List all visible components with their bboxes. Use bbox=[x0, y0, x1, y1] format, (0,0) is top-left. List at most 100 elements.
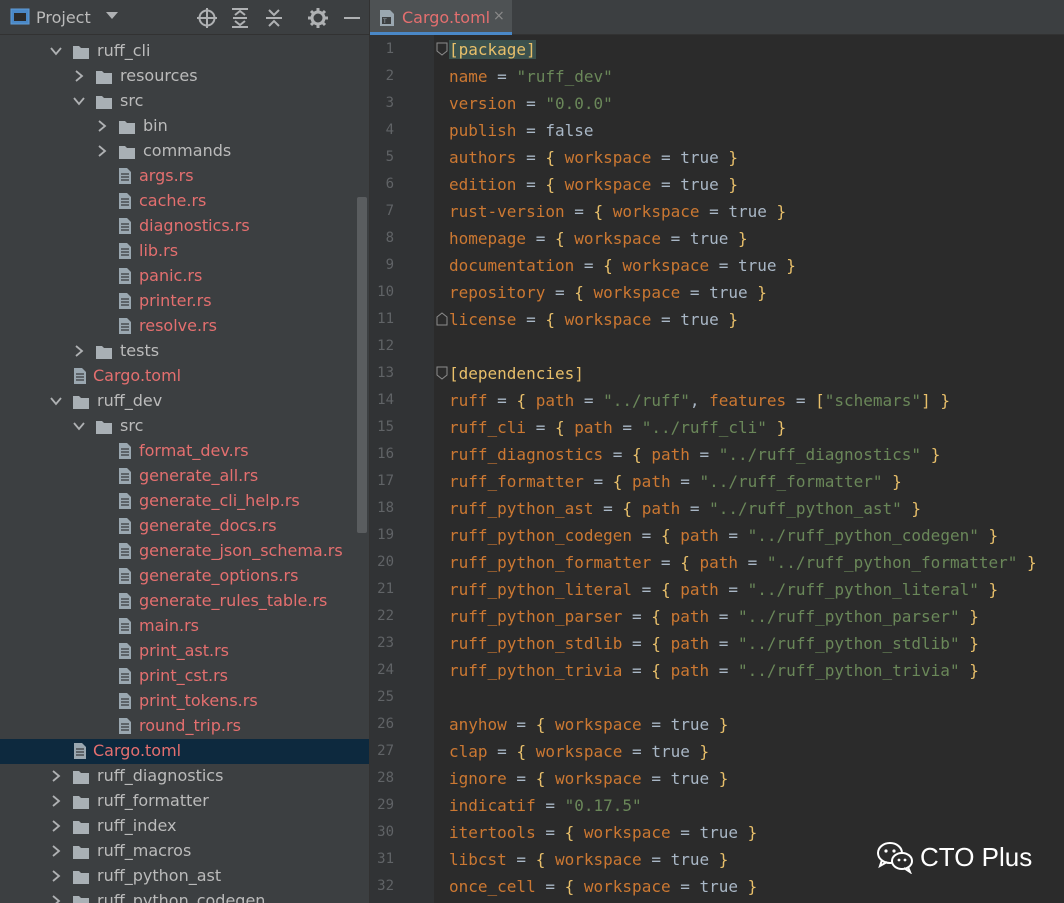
fold-open-icon[interactable] bbox=[436, 42, 448, 56]
line-number: 28 bbox=[377, 770, 394, 786]
line-number: 16 bbox=[377, 446, 394, 462]
tree-item-label: print_cst.rs bbox=[139, 666, 228, 685]
code-token: { bbox=[535, 850, 546, 869]
code-token: = bbox=[603, 445, 633, 464]
folder-icon bbox=[73, 46, 89, 59]
code-token: } bbox=[728, 175, 739, 194]
code-token: path bbox=[574, 418, 613, 437]
line-number: 25 bbox=[377, 689, 394, 705]
chevron-right-icon[interactable] bbox=[96, 145, 108, 157]
code-token: path bbox=[670, 634, 710, 653]
tree-item-cache-rs[interactable]: cache.rs bbox=[0, 189, 369, 214]
tree-item-print-ast-rs[interactable]: print_ast.rs bbox=[0, 639, 369, 664]
tree-item-args-rs[interactable]: args.rs bbox=[0, 164, 369, 189]
tree-item-resolve-rs[interactable]: resolve.rs bbox=[0, 314, 369, 339]
tree-item-ruff-index[interactable]: ruff_index bbox=[0, 814, 369, 839]
chevron-right-icon[interactable] bbox=[50, 770, 62, 782]
code-editor[interactable]: [package] name = "ruff_dev" version = "0.0… bbox=[434, 35, 1064, 903]
chevron-right-icon[interactable] bbox=[50, 845, 62, 857]
tree-item-print-tokens-rs[interactable]: print_tokens.rs bbox=[0, 689, 369, 714]
code-text: itertools = { workspace = true } bbox=[449, 819, 757, 846]
code-token: workspace bbox=[564, 310, 652, 329]
tree-item-lib-rs[interactable]: lib.rs bbox=[0, 239, 369, 264]
tree-item-generate-all-rs[interactable]: generate_all.rs bbox=[0, 464, 369, 489]
folder-icon bbox=[96, 421, 112, 434]
tree-item-commands[interactable]: commands bbox=[0, 139, 369, 164]
line-number: 32 bbox=[377, 878, 394, 894]
project-view-icon[interactable] bbox=[10, 8, 30, 26]
chevron-right-icon[interactable] bbox=[73, 345, 85, 357]
tree-item-ruff-cli[interactable]: ruff_cli bbox=[0, 39, 369, 64]
tree-item-ruff-python-ast[interactable]: ruff_python_ast bbox=[0, 864, 369, 889]
code-token: ruff_cli bbox=[449, 418, 527, 437]
chevron-down-icon[interactable] bbox=[50, 395, 62, 407]
tree-item-generate-cli-help-rs[interactable]: generate_cli_help.rs bbox=[0, 489, 369, 514]
tree-item-src[interactable]: src bbox=[0, 414, 369, 439]
code-text: indicatif = "0.17.5" bbox=[449, 792, 642, 819]
tree-item-ruff-formatter[interactable]: ruff_formatter bbox=[0, 789, 369, 814]
tree-item-round-trip-rs[interactable]: round_trip.rs bbox=[0, 714, 369, 739]
tree-item-label: src bbox=[120, 91, 144, 110]
tree-item-diagnostics-rs[interactable]: diagnostics.rs bbox=[0, 214, 369, 239]
tree-item-label: tests bbox=[120, 341, 160, 360]
tree-item-print-cst-rs[interactable]: print_cst.rs bbox=[0, 664, 369, 689]
code-token: = bbox=[738, 553, 767, 572]
collapse-all-icon[interactable] bbox=[263, 7, 285, 29]
tree-item-src[interactable]: src bbox=[0, 89, 369, 114]
tree-item-tests[interactable]: tests bbox=[0, 339, 369, 364]
tree-item-ruff-macros[interactable]: ruff_macros bbox=[0, 839, 369, 864]
code-token: } bbox=[786, 256, 796, 275]
tree-item-cargo-toml[interactable]: Cargo.toml bbox=[0, 364, 369, 389]
tree-item-generate-docs-rs[interactable]: generate_docs.rs bbox=[0, 514, 369, 539]
chevron-right-icon[interactable] bbox=[50, 820, 62, 832]
tree-item-generate-rules-table-rs[interactable]: generate_rules_table.rs bbox=[0, 589, 369, 614]
chevron-down-icon[interactable] bbox=[50, 45, 62, 57]
code-text: ruff_python_formatter = { path = "../ruf… bbox=[449, 549, 1037, 576]
code-text: rust-version = { workspace = true } bbox=[449, 198, 786, 225]
code-token: itertools bbox=[449, 823, 536, 842]
tree-item-panic-rs[interactable]: panic.rs bbox=[0, 264, 369, 289]
chevron-right-icon[interactable] bbox=[50, 870, 62, 882]
code-text: ruff_python_trivia = { path = "../ruff_p… bbox=[449, 657, 979, 684]
tree-item-ruff-dev[interactable]: ruff_dev bbox=[0, 389, 369, 414]
expand-all-icon[interactable] bbox=[229, 7, 251, 29]
tree-item-generate-json-schema-rs[interactable]: generate_json_schema.rs bbox=[0, 539, 369, 564]
close-tab-icon[interactable]: × bbox=[493, 8, 505, 24]
chevron-down-icon[interactable] bbox=[73, 95, 85, 107]
chevron-right-icon[interactable] bbox=[73, 70, 85, 82]
code-token: { bbox=[660, 580, 671, 599]
tree-item-resources[interactable]: resources bbox=[0, 64, 369, 89]
tree-item-ruff-diagnostics[interactable]: ruff_diagnostics bbox=[0, 764, 369, 789]
tree-item-generate-options-rs[interactable]: generate_options.rs bbox=[0, 564, 369, 589]
panel-title[interactable]: Project bbox=[36, 8, 91, 27]
chevron-right-icon[interactable] bbox=[96, 120, 108, 132]
code-token: = true bbox=[641, 715, 719, 734]
code-token: } bbox=[718, 715, 729, 734]
tree-item-ruff-python-codegen[interactable]: ruff_python_codegen bbox=[0, 889, 369, 903]
tree-item-format-dev-rs[interactable]: format_dev.rs bbox=[0, 439, 369, 464]
tree-item-main-rs[interactable]: main.rs bbox=[0, 614, 369, 639]
locate-icon[interactable] bbox=[196, 7, 218, 29]
fold-open-icon[interactable] bbox=[436, 366, 448, 380]
tree-item-printer-rs[interactable]: printer.rs bbox=[0, 289, 369, 314]
tree-item-cargo-toml[interactable]: Cargo.toml bbox=[0, 739, 369, 764]
chevron-right-icon[interactable] bbox=[50, 795, 62, 807]
tree-item-bin[interactable]: bin bbox=[0, 114, 369, 139]
code-text: publish = false bbox=[449, 117, 594, 144]
gear-icon[interactable] bbox=[307, 7, 329, 29]
code-token: = bbox=[622, 607, 652, 626]
chevron-right-icon[interactable] bbox=[50, 895, 62, 903]
tree-item-label: ruff_diagnostics bbox=[97, 766, 224, 785]
chevron-down-icon[interactable] bbox=[73, 420, 85, 432]
folder-icon bbox=[73, 771, 89, 784]
code-token: path bbox=[535, 391, 575, 410]
line-number: 23 bbox=[377, 635, 394, 651]
tree-scrollbar[interactable] bbox=[357, 197, 367, 533]
dropdown-icon[interactable] bbox=[105, 11, 119, 21]
fold-close-icon[interactable] bbox=[436, 312, 448, 326]
tab-cargo-toml[interactable]: T Cargo.toml × bbox=[370, 0, 512, 35]
minimize-icon[interactable] bbox=[341, 7, 363, 29]
rust-file-icon bbox=[119, 643, 131, 659]
